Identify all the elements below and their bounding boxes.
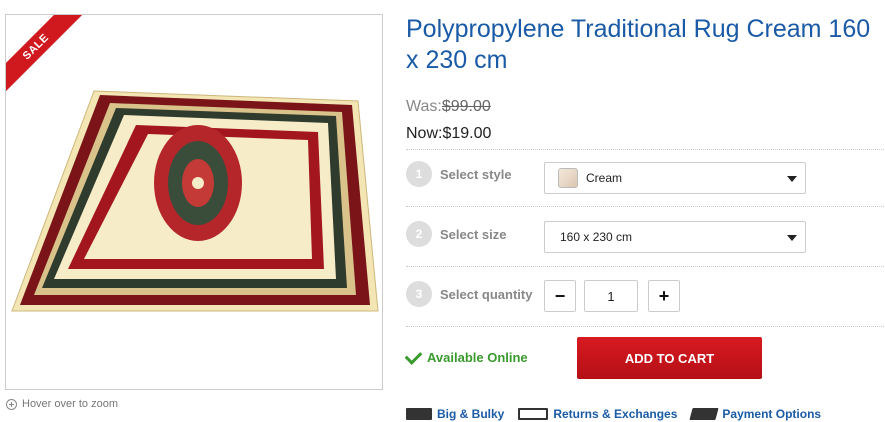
step-quantity: 3 Select quantity (406, 281, 532, 307)
step-number: 2 (406, 221, 432, 247)
color-swatch (558, 168, 578, 188)
link-big-bulky-label: Big & Bulky (437, 407, 505, 421)
divider (406, 206, 884, 207)
divider (406, 149, 884, 150)
price-now: Now:$19.00 (406, 125, 491, 143)
style-select-value: Cream (586, 171, 623, 185)
link-payment-label: Payment Options (722, 407, 822, 421)
now-price: $19.00 (442, 125, 492, 142)
availability-text: Available Online (427, 350, 528, 365)
zoom-hint-text: Hover over to zoom (22, 398, 118, 410)
availability-status: Available Online (404, 346, 528, 365)
now-label: Now: (406, 125, 443, 142)
quantity-input[interactable] (584, 280, 638, 312)
was-price: $99.00 (441, 98, 491, 115)
link-returns-exchanges[interactable]: Returns & Exchanges (518, 407, 677, 421)
step-size: 2 Select size (406, 221, 507, 247)
step-label-quantity: Select quantity (440, 286, 533, 302)
chevron-down-icon (787, 176, 797, 182)
size-select[interactable]: 160 x 230 cm (544, 221, 806, 253)
size-select-value: 160 x 230 cm (560, 230, 633, 244)
chevron-down-icon (787, 235, 797, 241)
check-icon (404, 346, 423, 365)
link-big-bulky[interactable]: Big & Bulky (406, 407, 504, 421)
divider (406, 326, 884, 327)
info-links: Big & Bulky Returns & Exchanges Payment … (406, 407, 835, 421)
product-title: Polypropylene Traditional Rug Cream 160 … (406, 15, 871, 74)
truck-icon (406, 408, 432, 420)
zoom-hint: Hover over to zoom (6, 398, 118, 410)
quantity-decrease-button[interactable]: − (544, 280, 576, 312)
divider (406, 266, 884, 267)
step-style: 1 Select style (406, 161, 512, 187)
was-label: Was: (406, 98, 442, 115)
style-select[interactable]: Cream (544, 162, 806, 194)
step-label-size: Select size (440, 226, 507, 242)
zoom-plus-icon (6, 398, 17, 410)
step-number: 1 (406, 161, 432, 187)
price-was: Was:$99.00 (406, 98, 491, 116)
rug-image[interactable] (6, 15, 382, 389)
link-payment-options[interactable]: Payment Options (689, 407, 822, 421)
product-image-panel[interactable]: SALE (5, 14, 383, 390)
link-returns-label: Returns & Exchanges (553, 407, 678, 421)
credit-card-icon (689, 408, 719, 420)
step-label-style: Select style (440, 166, 512, 182)
exchange-icon (518, 408, 549, 420)
add-to-cart-button[interactable]: ADD TO CART (577, 337, 762, 379)
step-number: 3 (406, 281, 432, 307)
quantity-increase-button[interactable]: + (648, 280, 680, 312)
